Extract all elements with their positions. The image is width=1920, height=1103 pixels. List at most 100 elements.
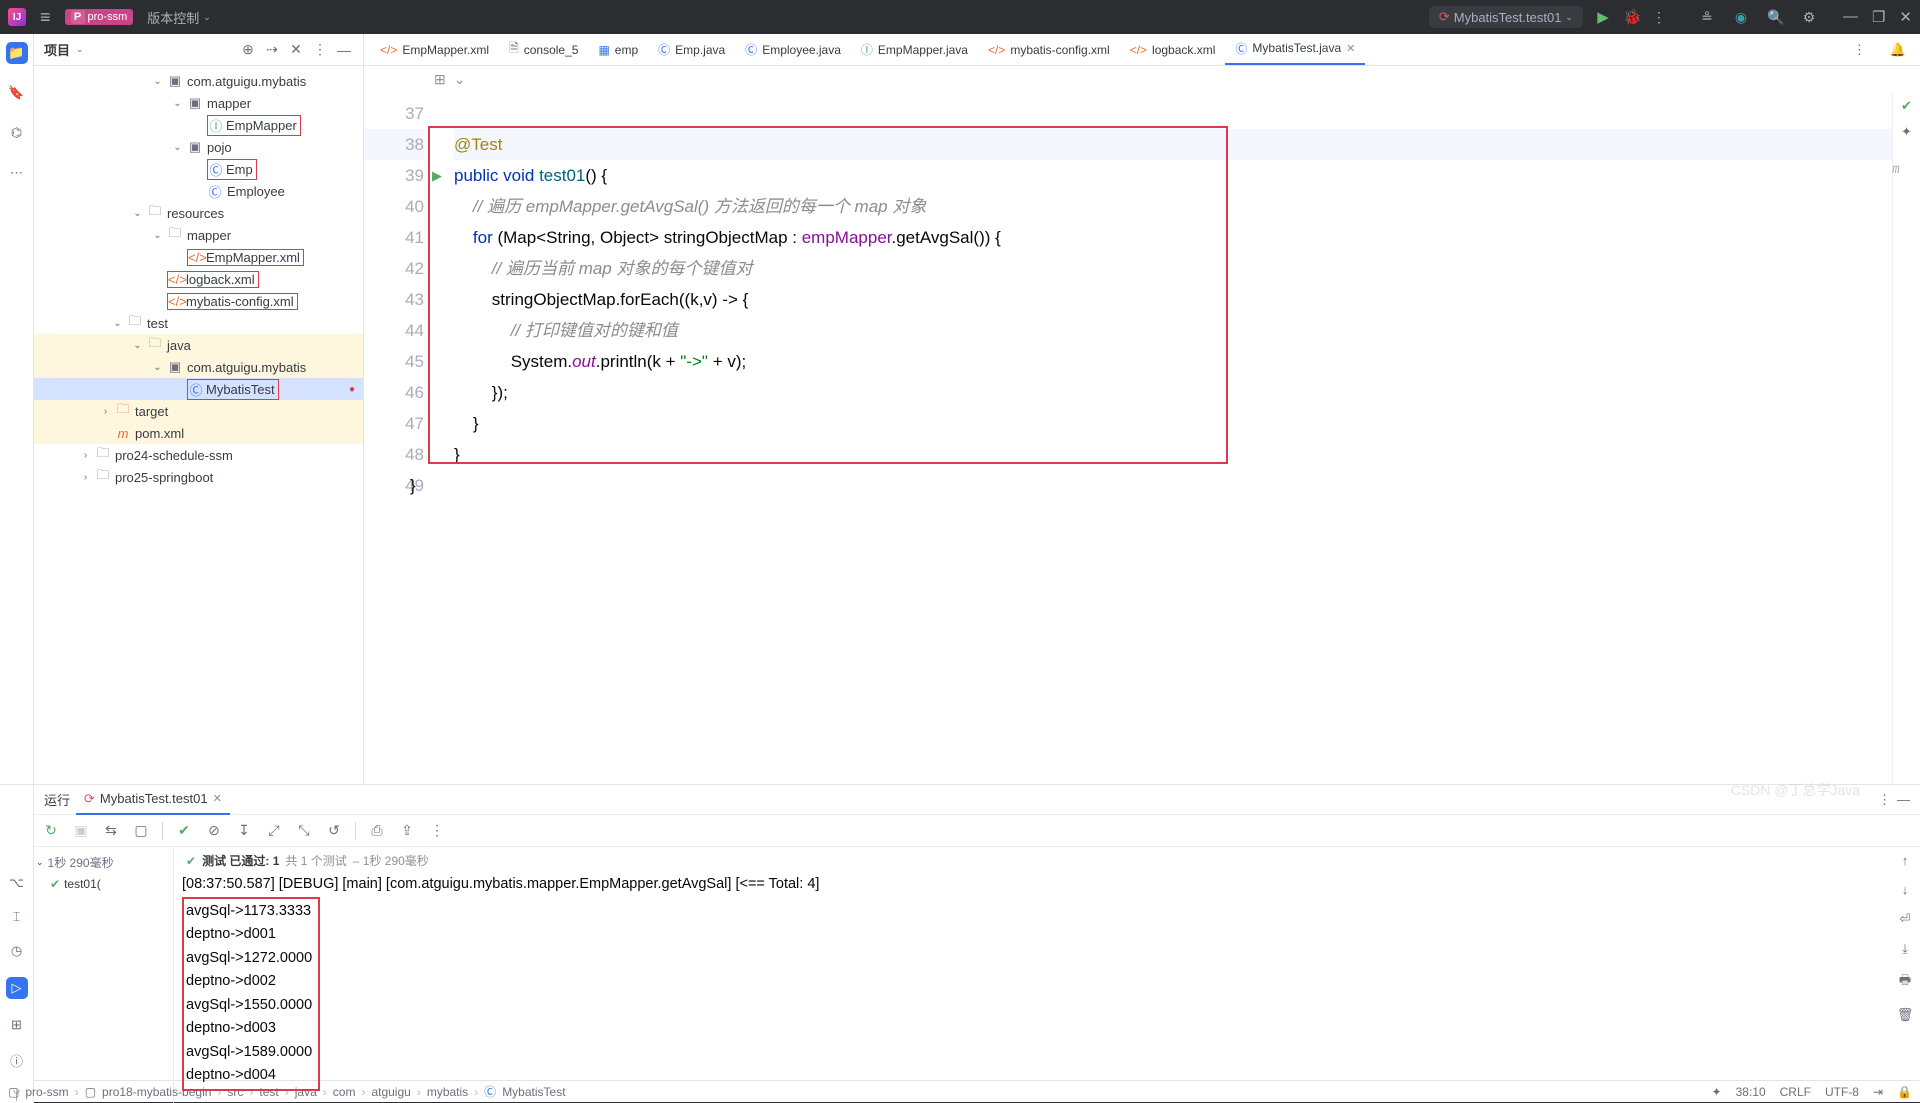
console-toolbar: ↑ ↓ ⏎ ⤓ 🖶 🗑 (1890, 847, 1920, 1103)
tree-node[interactable]: Employee (227, 184, 285, 199)
tool-terminal-icon[interactable]: ⌶ (13, 909, 21, 925)
tool-services-icon[interactable]: ◷ (11, 943, 22, 959)
expand-icon[interactable]: ⤢ (265, 822, 283, 839)
editor-tab[interactable]: ⒸEmployee.java (735, 34, 851, 66)
tab-options-icon[interactable]: ⋮ (1843, 42, 1876, 58)
run-button-icon[interactable]: ▶ (1595, 8, 1611, 26)
editor-area: </>EmpMapper.xml 🗎console_5 ▦emp ⒸEmp.ja… (364, 34, 1920, 784)
tool-git-icon[interactable]: ⌥ (9, 875, 24, 891)
tree-node[interactable]: resources (167, 206, 224, 221)
tree-node[interactable]: pro25-springboot (115, 470, 213, 485)
editor-tab[interactable]: ⒾEmpMapper.java (851, 34, 978, 66)
expand-all-icon[interactable]: ⇢ (263, 41, 281, 58)
history-icon[interactable]: ↺ (325, 822, 343, 839)
test-summary: ✔ 测试 已通过: 1 共 1 个测试 – 1秒 290毫秒 (182, 851, 1882, 873)
console-output[interactable]: ✔ 测试 已通过: 1 共 1 个测试 – 1秒 290毫秒 [08:37:50… (174, 847, 1890, 1103)
bookmarks-tool-icon[interactable]: 🔖 (6, 82, 28, 104)
settings-gear-icon[interactable]: ⚙ (1801, 9, 1817, 26)
side-tag: m (1892, 160, 1920, 177)
export-icon[interactable]: ⇪ (398, 822, 416, 839)
vcs-dropdown[interactable]: 版本控制 ⌄ (147, 8, 211, 27)
tree-node[interactable]: java (167, 338, 191, 353)
soft-wrap-icon[interactable]: ⏎ (1900, 911, 1911, 927)
editor-tab[interactable]: </>EmpMapper.xml (370, 34, 499, 66)
locate-icon[interactable]: ⊕ (239, 41, 257, 58)
readonly-lock-icon[interactable]: 🔒 (1897, 1085, 1912, 1099)
search-icon[interactable]: 🔍 (1767, 9, 1783, 26)
dropdown-icon[interactable]: ⌄ (454, 71, 466, 88)
editor-tab[interactable]: ▦emp (588, 34, 648, 66)
tree-node[interactable]: mapper (207, 96, 251, 111)
stop-icon[interactable]: ▢ (132, 822, 150, 839)
tool-build-icon[interactable]: ⊞ (11, 1017, 22, 1033)
tree-node[interactable]: target (135, 404, 168, 419)
scroll-down-icon[interactable]: ↓ (1902, 882, 1909, 897)
test-node[interactable]: ✔test01( (36, 873, 171, 895)
editor-tab[interactable]: </>mybatis-config.xml (978, 34, 1120, 66)
run-hide-icon[interactable]: — (1897, 792, 1910, 807)
window-maximize-icon[interactable]: ❐ (1872, 8, 1885, 26)
editor-crumb-bar: ⊞ ⌄ (364, 66, 1920, 92)
rerun-icon[interactable]: ↻ (42, 822, 60, 839)
window-close-icon[interactable]: ✕ (1899, 8, 1912, 26)
editor-tab[interactable]: </>logback.xml (1120, 34, 1226, 66)
show-passed-icon[interactable]: ✔ (175, 822, 193, 839)
back-icon[interactable]: ⊞ (434, 71, 446, 88)
close-tab-icon[interactable]: ✕ (1346, 42, 1355, 55)
print-icon[interactable]: 🖶 (1899, 971, 1911, 993)
tool-run-icon[interactable]: ▷ (6, 977, 28, 999)
code-editor[interactable]: @Test public void test01() { // 遍历 empMa… (432, 92, 1892, 784)
more-icon[interactable]: ⋮ (428, 822, 446, 839)
window-minimize-icon[interactable]: — (1843, 8, 1858, 26)
scroll-up-icon[interactable]: ↑ (1902, 853, 1909, 868)
scroll-to-end-icon[interactable]: ⤓ (1902, 941, 1908, 957)
clear-icon[interactable]: 🗑 (1897, 1007, 1914, 1023)
debug-button-icon[interactable]: 🐞 (1623, 8, 1639, 26)
editor-body[interactable]: 37 38 39▶ 40 41 42 43 44 45 46 47 48 49 … (364, 92, 1920, 784)
inspection-ok-icon[interactable]: ✔ (1901, 98, 1912, 114)
tree-node[interactable]: mapper (187, 228, 231, 243)
tree-node[interactable]: logback.xml (186, 272, 255, 287)
code-with-me-icon[interactable]: ≗ (1699, 9, 1715, 26)
structure-tool-icon[interactable]: ⌬ (6, 122, 28, 144)
toggle-auto-icon[interactable]: ⇆ (102, 822, 120, 839)
tree-node[interactable]: Emp (226, 162, 253, 177)
panel-options-icon[interactable]: ⋮ (311, 41, 329, 58)
tree-node[interactable]: pojo (207, 140, 232, 155)
project-tool-icon[interactable]: 📁 (6, 42, 28, 64)
main-menu-icon[interactable]: ≡ (40, 7, 51, 28)
editor-tab[interactable]: 🗎console_5 (499, 34, 588, 66)
updates-icon[interactable]: ◉ (1733, 9, 1749, 26)
more-tool-icon[interactable]: ⋯ (6, 162, 28, 184)
notifications-icon[interactable]: 🔔 (1876, 42, 1920, 58)
run-tab[interactable]: ⟳MybatisTest.test01✕ (76, 785, 230, 815)
import-icon[interactable]: ⎙ (368, 822, 386, 839)
tree-node[interactable]: com.atguigu.mybatis (187, 360, 306, 375)
tree-node-selected[interactable]: MybatisTest (206, 382, 275, 397)
project-chip[interactable]: Ppro-ssm (65, 9, 134, 25)
test-tree[interactable]: ⌄1秒 290毫秒 ✔test01( (34, 847, 174, 1103)
sort-icon[interactable]: ↧ (235, 822, 253, 839)
bc-seg[interactable]: pro-ssm (25, 1085, 68, 1099)
ai-assist-icon[interactable]: ✦ (1901, 124, 1912, 140)
bc-root-icon[interactable]: ▢ (8, 1085, 19, 1099)
editor-tab-active[interactable]: ⒸMybatisTest.java✕ (1225, 34, 1365, 66)
run-config-selector[interactable]: ⟳MybatisTest.test01⌄ (1429, 6, 1583, 28)
project-tree[interactable]: ⌄▣com.atguigu.mybatis ⌄▣mapper ⒾEmpMappe… (34, 66, 363, 784)
tree-node[interactable]: test (147, 316, 168, 331)
editor-tab[interactable]: ⒸEmp.java (648, 34, 735, 66)
tree-node[interactable]: pom.xml (135, 426, 184, 441)
collapse-all-icon[interactable]: ⤡ (295, 822, 313, 839)
hide-panel-icon[interactable]: — (335, 42, 353, 58)
tree-node[interactable]: pro24-schedule-ssm (115, 448, 233, 463)
test-root[interactable]: ⌄1秒 290毫秒 (36, 851, 171, 873)
tool-problems-icon[interactable]: ⓘ (10, 1051, 23, 1070)
tree-node[interactable]: EmpMapper (226, 118, 297, 133)
run-options-icon[interactable]: ⋮ (1878, 792, 1891, 808)
show-ignored-icon[interactable]: ⊘ (205, 822, 223, 839)
tree-node[interactable]: com.atguigu.mybatis (187, 74, 306, 89)
tree-node[interactable]: EmpMapper.xml (206, 250, 300, 265)
collapse-icon[interactable]: ✕ (287, 41, 305, 58)
more-actions-icon[interactable]: ⋮ (1651, 9, 1667, 26)
tree-node[interactable]: mybatis-config.xml (186, 294, 294, 309)
